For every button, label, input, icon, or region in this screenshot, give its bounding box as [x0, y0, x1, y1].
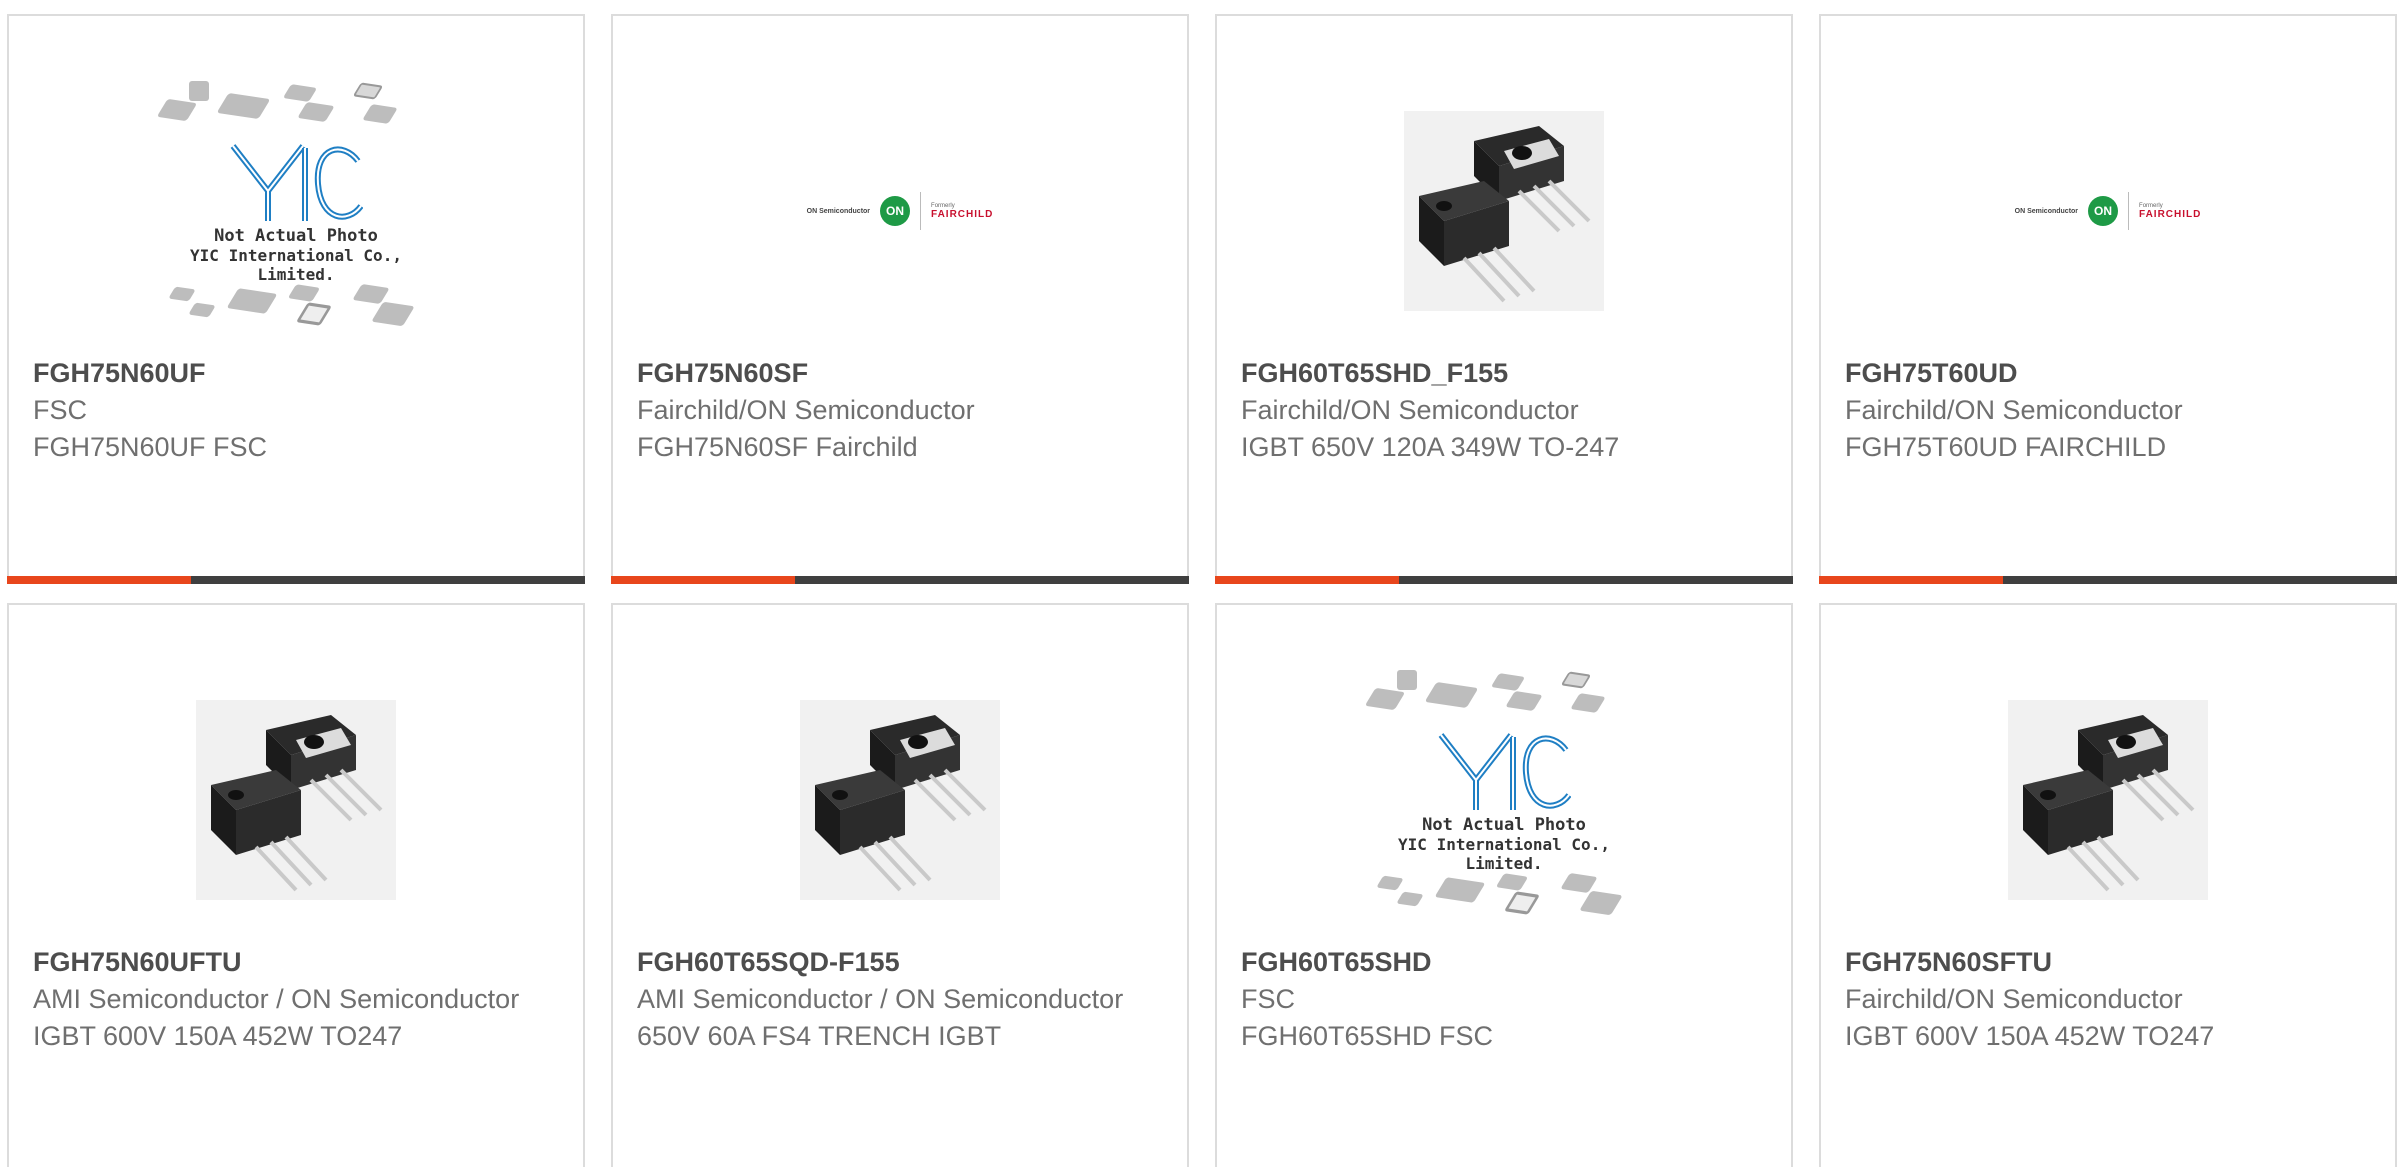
product-image[interactable]: ON Semiconductor ON Formerly FAIRCHILD	[1821, 71, 2395, 351]
card-accent-bar	[1215, 576, 1793, 584]
product-card[interactable]: ON Semiconductor ON Formerly FAIRCHILD FG…	[1819, 14, 2397, 584]
manufacturer: Fairchild/ON Semiconductor	[1241, 395, 1579, 425]
manufacturer: Fairchild/ON Semiconductor	[1845, 984, 2183, 1014]
part-number[interactable]: FGH75N60SF	[637, 354, 1167, 392]
placeholder-company: YIC International Co., Limited.	[190, 246, 402, 284]
part-number[interactable]: FGH75N60UF	[33, 354, 563, 392]
product-card[interactable]: FGH75N60SFTU Fairchild/ON Semiconductor …	[1819, 603, 2397, 1167]
manufacturer: FSC	[1241, 984, 1295, 1014]
product-image[interactable]: Not Actual Photo YIC International Co., …	[1217, 660, 1791, 940]
part-number[interactable]: FGH75N60UFTU	[33, 943, 563, 981]
transistor-photo	[196, 700, 396, 900]
manufacturer: Fairchild/ON Semiconductor	[1845, 395, 2183, 425]
description: 650V 60A FS4 TRENCH IGBT	[637, 1021, 1002, 1051]
product-image[interactable]: ON Semiconductor ON Formerly FAIRCHILD	[613, 71, 1187, 351]
manufacturer: AMI Semiconductor / ON Semiconductor	[637, 984, 1124, 1014]
transistor-photo	[800, 700, 1000, 900]
description: IGBT 650V 120A 349W TO-247	[1241, 432, 1620, 462]
on-fairchild-logo: ON Semiconductor ON Formerly FAIRCHILD	[2015, 192, 2202, 230]
card-accent-bar	[1819, 576, 2397, 584]
yic-placeholder-image: Not Actual Photo YIC International Co., …	[151, 76, 441, 346]
description: FGH75N60UF FSC	[33, 432, 268, 462]
product-image[interactable]	[9, 660, 583, 940]
card-accent-bar	[7, 576, 585, 584]
description: IGBT 600V 150A 452W TO247	[33, 1021, 403, 1051]
description: IGBT 600V 150A 452W TO247	[1845, 1021, 2215, 1051]
part-number[interactable]: FGH60T65SHD_F155	[1241, 354, 1771, 392]
manufacturer: FSC	[33, 395, 87, 425]
transistor-photo	[1404, 111, 1604, 311]
product-card[interactable]: Not Actual Photo YIC International Co., …	[1215, 603, 1793, 1167]
product-card[interactable]: ON Semiconductor ON Formerly FAIRCHILD FG…	[611, 14, 1189, 584]
placeholder-caption: Not Actual Photo	[214, 226, 378, 246]
card-accent-bar	[611, 576, 1189, 584]
product-card[interactable]: FGH75N60UFTU AMI Semiconductor / ON Semi…	[7, 603, 585, 1167]
description: FGH60T65SHD FSC	[1241, 1021, 1494, 1051]
yic-placeholder-image: Not Actual Photo YIC International Co., …	[1359, 665, 1649, 935]
part-number[interactable]: FGH75T60UD	[1845, 354, 2375, 392]
part-number[interactable]: FGH60T65SQD-F155	[637, 943, 1167, 981]
part-number[interactable]: FGH60T65SHD	[1241, 943, 1771, 981]
product-card[interactable]: FGH60T65SQD-F155 AMI Semiconductor / ON …	[611, 603, 1189, 1167]
manufacturer: AMI Semiconductor / ON Semiconductor	[33, 984, 520, 1014]
product-image[interactable]	[1217, 71, 1791, 351]
description: FGH75T60UD FAIRCHILD	[1845, 432, 2167, 462]
product-image[interactable]: Not Actual Photo YIC International Co., …	[9, 71, 583, 351]
description: FGH75N60SF Fairchild	[637, 432, 918, 462]
on-fairchild-logo: ON Semiconductor ON Formerly FAIRCHILD	[807, 192, 994, 230]
transistor-photo	[2008, 700, 2208, 900]
product-image[interactable]	[1821, 660, 2395, 940]
manufacturer: Fairchild/ON Semiconductor	[637, 395, 975, 425]
product-image[interactable]	[613, 660, 1187, 940]
part-number[interactable]: FGH75N60SFTU	[1845, 943, 2375, 981]
product-card[interactable]: FGH60T65SHD_F155 Fairchild/ON Semiconduc…	[1215, 14, 1793, 584]
product-card[interactable]: Not Actual Photo YIC International Co., …	[7, 14, 585, 584]
placeholder-caption: Not Actual Photo	[1422, 815, 1586, 835]
placeholder-company: YIC International Co., Limited.	[1398, 835, 1610, 873]
